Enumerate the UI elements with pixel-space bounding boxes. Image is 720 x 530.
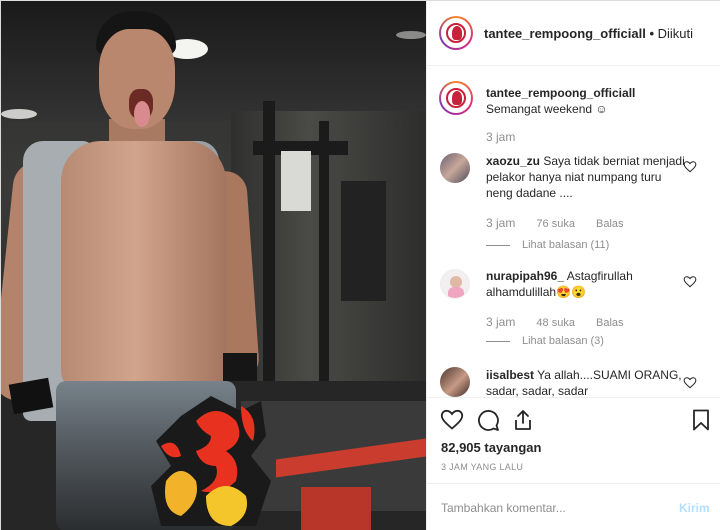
person-tongue bbox=[134, 101, 150, 127]
post-side-panel: tantee_rempoong_officiall • Diikuti tant… bbox=[426, 1, 720, 530]
view-count[interactable]: 82,905 tayangan bbox=[441, 440, 541, 455]
view-replies-label: Lihat balasan (11) bbox=[522, 239, 610, 251]
view-replies-toggle[interactable]: Lihat balasan (3) bbox=[486, 335, 604, 347]
caption-username[interactable]: tantee_rempoong_officiall bbox=[486, 86, 635, 100]
replies-divider bbox=[486, 244, 510, 246]
account-avatar[interactable] bbox=[439, 81, 473, 115]
comment-like-heart-icon[interactable] bbox=[683, 160, 697, 174]
caption-body: Semangat weekend ☺ bbox=[486, 102, 608, 116]
comment-avatar[interactable] bbox=[440, 269, 470, 299]
comment-like-heart-icon[interactable] bbox=[683, 275, 697, 289]
comment-meta: 3 jam 48 suka Balas bbox=[486, 315, 642, 329]
comment-avatar[interactable] bbox=[440, 367, 470, 397]
comment-like-heart-icon[interactable] bbox=[683, 376, 697, 390]
comment-icon[interactable] bbox=[476, 408, 500, 432]
view-replies-label: Lihat balasan (3) bbox=[522, 335, 604, 347]
comment-avatar[interactable] bbox=[440, 153, 470, 183]
fire-sticker-icon bbox=[151, 396, 271, 526]
comment-likes[interactable]: 48 suka bbox=[536, 317, 575, 329]
post-comment-button[interactable]: Kirim bbox=[679, 501, 710, 515]
post-timestamp[interactable]: 3 JAM YANG LALU bbox=[441, 462, 523, 472]
caption-time[interactable]: 3 jam bbox=[486, 130, 515, 144]
comment-likes[interactable]: 76 suka bbox=[536, 218, 575, 230]
bookmark-icon[interactable] bbox=[689, 408, 713, 432]
replies-divider bbox=[486, 340, 510, 342]
comment-reply-button[interactable]: Balas bbox=[596, 218, 624, 230]
account-username[interactable]: tantee_rempoong_officiall bbox=[484, 26, 646, 41]
comment-text: iisalbest Ya allah....SUAMI ORANG, sadar… bbox=[486, 367, 686, 397]
comment-username[interactable]: iisalbest bbox=[486, 368, 534, 382]
person-wristband-right bbox=[223, 353, 257, 381]
post-actions: 82,905 tayangan 3 JAM YANG LALU bbox=[427, 397, 720, 497]
account-avatar[interactable] bbox=[439, 16, 473, 50]
person-torso bbox=[61, 141, 226, 391]
comment-text: nurapipah96_ Astagfirullah alhamdulillah… bbox=[486, 268, 686, 300]
instagram-post-modal: tantee_rempoong_officiall • Diikuti tant… bbox=[0, 0, 720, 530]
comment-time[interactable]: 3 jam bbox=[486, 315, 515, 329]
separator-dot: • bbox=[649, 26, 654, 41]
view-replies-toggle[interactable]: Lihat balasan (11) bbox=[486, 239, 609, 251]
comment-reply-button[interactable]: Balas bbox=[596, 317, 624, 329]
caption-text: tantee_rempoong_officiall Semangat weeke… bbox=[486, 85, 686, 117]
share-icon[interactable] bbox=[511, 408, 535, 432]
comment-meta: 3 jam 76 suka Balas bbox=[486, 216, 642, 230]
caption-meta: 3 jam bbox=[486, 130, 533, 144]
post-header: tantee_rempoong_officiall • Diikuti bbox=[427, 1, 720, 66]
comment-composer: Kirim bbox=[427, 483, 720, 530]
heart-icon[interactable] bbox=[440, 408, 464, 432]
post-header-username-line: tantee_rempoong_officiall • Diikuti bbox=[484, 26, 693, 41]
comment-text: xaozu_zu Saya tidak berniat menjadi pela… bbox=[486, 153, 686, 201]
comment-username[interactable]: nurapipah96_ bbox=[486, 269, 564, 283]
comment-username[interactable]: xaozu_zu bbox=[486, 154, 540, 168]
comments-list[interactable]: tantee_rempoong_officiall Semangat weeke… bbox=[427, 67, 720, 397]
comment-input[interactable] bbox=[441, 498, 661, 518]
post-media[interactable] bbox=[1, 1, 426, 530]
follow-status[interactable]: Diikuti bbox=[658, 26, 693, 41]
comment-time[interactable]: 3 jam bbox=[486, 216, 515, 230]
